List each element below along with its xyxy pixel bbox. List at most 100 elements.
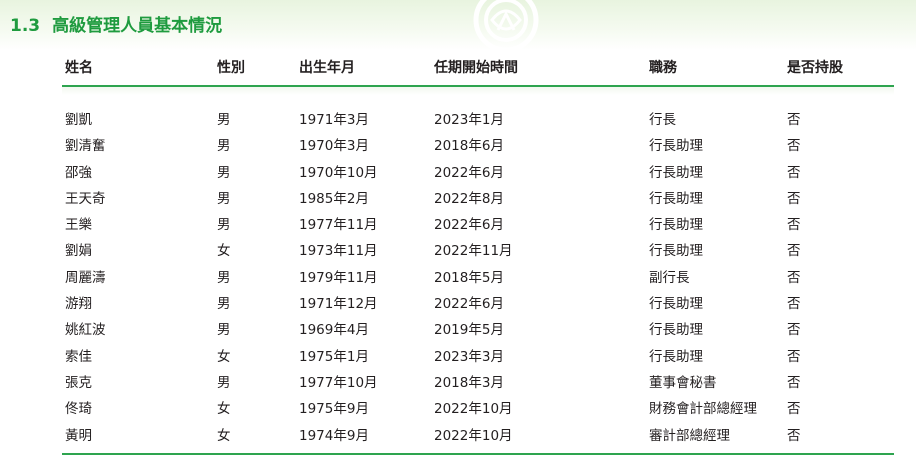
cell-gender: 男 (217, 164, 231, 181)
cell-birth: 1985年2月 (299, 190, 369, 207)
cell-name: 劉清奮 (65, 138, 106, 155)
table-row: 黃明 女 1974年9月 2022年10月 審計部總經理 否 (62, 420, 894, 446)
cell-term-start: 2018年5月 (434, 269, 504, 286)
cell-shareholding: 否 (787, 322, 801, 339)
table-body: 劉凱男 1971年3月 2023年1月 行長否劉清奮男 1970年3月 2018年6月 行長… (62, 104, 894, 446)
cell-birth: 1975年1月 (299, 348, 369, 365)
cell-term-start: 2018年6月 (434, 138, 504, 155)
cell-gender: 男 (217, 269, 231, 286)
cell-position: 行長助理 (649, 296, 703, 313)
cell-gender: 男 (217, 217, 231, 234)
table-row: 劉娟 女 1973年11月 2022年11月 行長助理 否 (62, 235, 894, 261)
bank-logo-watermark (462, 0, 550, 50)
cell-term-start: 2022年8月 (434, 190, 504, 207)
cell-shareholding: 否 (787, 269, 801, 286)
cell-shareholding: 否 (787, 138, 801, 155)
cell-position: 行長助理 (649, 217, 703, 234)
section-title: 1.3 高級管理人員基本情況 (10, 11, 222, 36)
cell-birth: 1974年9月 (299, 427, 369, 444)
cell-gender: 女 (217, 243, 231, 260)
cell-name: 劉凱 (65, 112, 92, 128)
cell-name: 游翔 (65, 296, 92, 313)
cell-gender: 男 (217, 138, 231, 155)
table-row: 張克 男 1977年10月 2018年3月 董事會秘書 否 (62, 367, 894, 393)
cell-birth: 1969年4月 (299, 322, 369, 339)
cell-term-start: 2019年5月 (434, 322, 504, 339)
cell-position: 行長助理 (649, 322, 703, 339)
table-row: 王天奇 男 1985年2月 2022年8月 行長助理 否 (62, 183, 894, 209)
cell-shareholding: 否 (787, 112, 801, 128)
cell-position: 行長助理 (649, 348, 703, 365)
cell-birth: 1975年9月 (299, 401, 369, 418)
cell-term-start: 2018年3月 (434, 374, 504, 391)
header-term-start: 任期開始時間 (434, 60, 518, 76)
bottom-rule (62, 453, 894, 455)
cell-position: 行長 (649, 112, 676, 128)
cell-birth: 1971年3月 (299, 112, 369, 128)
section-heading: 高級管理人員基本情況 (52, 16, 223, 36)
table-row: 姚紅波 男 1969年4月 2019年5月 行長助理 否 (62, 314, 894, 340)
table-row: 索佳 女 1975年1月 2023年3月 行長助理 否 (62, 341, 894, 367)
executives-table: 姓名 性別 出生年月 任期開始時間 職務 是否持股 劉凱男 1971年3月 2023… (62, 52, 894, 446)
cell-position: 副行長 (649, 269, 690, 286)
cell-term-start: 2022年11月 (434, 243, 513, 260)
cell-term-start: 2022年6月 (434, 217, 504, 234)
cell-term-start: 2023年1月 (434, 112, 504, 128)
cell-term-start: 2022年10月 (434, 427, 513, 444)
cell-name: 佟琦 (65, 401, 92, 418)
cell-position: 行長助理 (649, 138, 703, 155)
table-row: 邵強 男 1970年10月 2022年6月 行長助理 否 (62, 157, 894, 183)
cell-shareholding: 否 (787, 243, 801, 260)
cell-shareholding: 否 (787, 427, 801, 444)
cell-shareholding: 否 (787, 164, 801, 181)
cell-term-start: 2022年6月 (434, 164, 504, 181)
cell-term-start: 2023年3月 (434, 348, 504, 365)
cell-name: 張克 (65, 374, 92, 391)
cell-birth: 1977年10月 (299, 374, 378, 391)
cell-name: 劉娟 (65, 243, 92, 260)
cell-name: 姚紅波 (65, 322, 106, 339)
cell-gender: 男 (217, 374, 231, 391)
cell-birth: 1971年12月 (299, 296, 378, 313)
table-row: 劉清奮 男 1970年3月 2018年6月 行長助理 否 (62, 130, 894, 156)
cell-shareholding: 否 (787, 348, 801, 365)
cell-shareholding: 否 (787, 296, 801, 313)
cell-gender: 男 (217, 322, 231, 339)
table-row: 王樂 男 1977年11月 2022年6月 行長助理 否 (62, 209, 894, 235)
cell-shareholding: 否 (787, 217, 801, 234)
table-row: 佟琦 女 1975年9月 2022年10月 財務會計部總經理 否 (62, 393, 894, 419)
cell-name: 邵強 (65, 164, 92, 181)
header-shareholding: 是否持股 (787, 60, 843, 76)
cell-position: 行長助理 (649, 164, 703, 181)
cell-gender: 女 (217, 348, 231, 365)
cell-birth: 1970年10月 (299, 164, 378, 181)
cell-term-start: 2022年10月 (434, 401, 513, 418)
cell-name: 王天奇 (65, 190, 106, 207)
cell-position: 董事會秘書 (649, 374, 717, 391)
cell-gender: 男 (217, 112, 231, 128)
cell-position: 審計部總經理 (649, 427, 730, 444)
table-header: 姓名 性別 出生年月 任期開始時間 職務 是否持股 (62, 52, 894, 87)
table-row: 劉凱 男 1971年3月 2023年1月 行長 否 (62, 104, 894, 130)
cell-position: 行長助理 (649, 243, 703, 260)
cell-gender: 男 (217, 190, 231, 207)
cell-birth: 1977年11月 (299, 217, 378, 234)
cell-gender: 男 (217, 296, 231, 313)
cell-gender: 女 (217, 427, 231, 444)
header-birth: 出生年月 (299, 60, 355, 76)
cell-position: 財務會計部總經理 (649, 401, 757, 418)
cell-term-start: 2022年6月 (434, 296, 504, 313)
cell-shareholding: 否 (787, 374, 801, 391)
header-position: 職務 (649, 60, 677, 76)
table-row: 游翔 男 1971年12月 2022年6月 行長助理 否 (62, 288, 894, 314)
cell-birth: 1979年11月 (299, 269, 378, 286)
header-name: 姓名 (65, 60, 93, 76)
cell-name: 王樂 (65, 217, 92, 234)
cell-birth: 1973年11月 (299, 243, 378, 260)
cell-name: 黃明 (65, 427, 92, 444)
header-shade (62, 87, 894, 95)
cell-shareholding: 否 (787, 401, 801, 418)
cell-name: 周麗濤 (65, 269, 106, 286)
table-row: 周麗濤 男 1979年11月 2018年5月 副行長 否 (62, 262, 894, 288)
cell-gender: 女 (217, 401, 231, 418)
